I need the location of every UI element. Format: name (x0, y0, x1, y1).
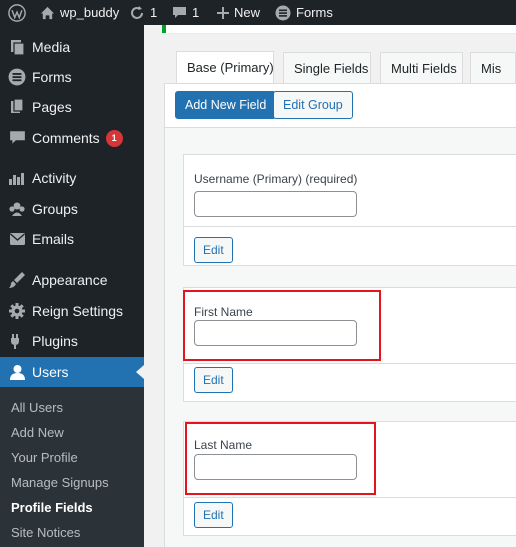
comments-link[interactable]: 1 (172, 0, 199, 25)
success-notice (162, 25, 516, 33)
pages-icon (0, 98, 32, 116)
submenu-manage-signups[interactable]: Manage Signups (11, 475, 109, 490)
edit-field-button[interactable]: Edit (194, 502, 233, 528)
emails-icon (0, 232, 32, 246)
comments-count: 1 (192, 5, 200, 20)
highlight-box-first-name (183, 290, 381, 361)
sidebar-item-activity[interactable]: Activity (0, 163, 144, 193)
comment-bubble-icon (172, 6, 187, 20)
updates-icon (129, 5, 145, 21)
activity-icon (0, 170, 32, 186)
updates-count: 1 (150, 5, 158, 20)
edit-field-button[interactable]: Edit (194, 367, 233, 393)
submenu-site-notices[interactable]: Site Notices (11, 525, 80, 540)
home-icon (40, 6, 55, 20)
new-label: New (234, 5, 261, 20)
add-new-field-button[interactable]: Add New Field (175, 91, 277, 119)
wordpress-logo-icon[interactable] (8, 0, 26, 25)
new-content-link[interactable]: New (217, 0, 260, 25)
sidebar-item-forms[interactable]: Forms (0, 62, 144, 92)
field-username: Username (Primary) (required) Edit (183, 154, 516, 266)
tab-single-fields[interactable]: Single Fields (283, 52, 371, 83)
users-icon (0, 364, 32, 381)
sidebar-item-appearance[interactable]: Appearance (0, 265, 144, 295)
edit-group-button[interactable]: Edit Group (273, 91, 353, 119)
sidebar-item-comments[interactable]: Comments 1 (0, 123, 144, 153)
edit-field-button[interactable]: Edit (194, 237, 233, 263)
sidebar-item-users[interactable]: Users (0, 357, 144, 387)
site-name: wp_buddy (60, 5, 120, 20)
appearance-icon (0, 271, 32, 289)
users-submenu: All Users Add New Your Profile Manage Si… (0, 387, 144, 547)
site-name-link[interactable]: wp_buddy (40, 0, 119, 25)
plugins-icon (0, 332, 32, 350)
forms-icon (0, 68, 32, 86)
tab-multi-fields[interactable]: Multi Fields (380, 52, 463, 83)
sidebar-item-pages[interactable]: Pages (0, 92, 144, 122)
submenu-add-new[interactable]: Add New (11, 425, 64, 440)
plus-icon (217, 6, 229, 19)
username-input[interactable] (194, 191, 357, 217)
sidebar-item-emails[interactable]: Emails (0, 224, 144, 254)
updates-link[interactable]: 1 (129, 0, 157, 25)
forms-icon (275, 5, 291, 21)
forms-label: Forms (296, 5, 333, 20)
sidebar-item-plugins[interactable]: Plugins (0, 326, 144, 356)
field-label: Username (Primary) (required) (194, 172, 358, 186)
forms-link[interactable]: Forms (275, 0, 333, 25)
submenu-profile-fields[interactable]: Profile Fields (11, 500, 93, 515)
field-group-toolbar: Add New Field Edit Group (165, 84, 516, 128)
submenu-all-users[interactable]: All Users (11, 400, 63, 415)
tab-mis[interactable]: Mis (470, 52, 516, 83)
sidebar-item-media[interactable]: Media (0, 32, 144, 62)
comments-count-badge: 1 (105, 129, 123, 147)
submenu-your-profile[interactable]: Your Profile (11, 450, 78, 465)
sidebar-item-groups[interactable]: Groups (0, 194, 144, 224)
comments-icon (0, 130, 32, 146)
gear-icon (0, 302, 32, 320)
admin-bar: wp_buddy 1 1 New Forms (0, 0, 516, 25)
media-icon (0, 38, 32, 56)
groups-icon (0, 201, 32, 217)
sidebar-item-reign-settings[interactable]: Reign Settings (0, 296, 144, 326)
highlight-box-last-name (185, 422, 376, 495)
tab-base-primary[interactable]: Base (Primary) (176, 51, 274, 83)
admin-sidebar: Media Forms Pages Comments 1 Activity Gr… (0, 25, 144, 547)
